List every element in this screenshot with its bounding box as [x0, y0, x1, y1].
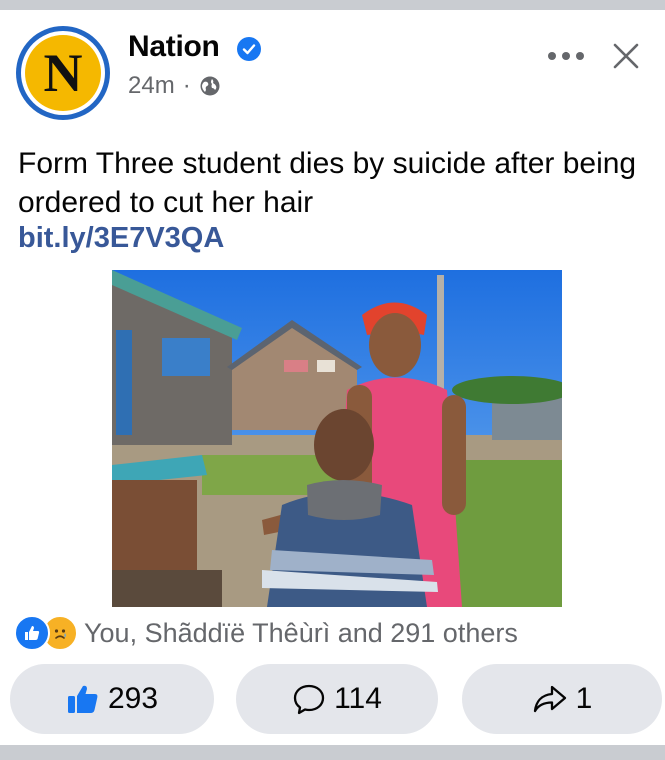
comment-button[interactable]: 114 [236, 664, 438, 734]
comment-icon [293, 684, 325, 715]
reactions-summary[interactable]: You, Shãddïë Thêùrì and 291 others [14, 615, 518, 651]
verified-badge-icon [237, 37, 261, 61]
reactions-text[interactable]: You, Shãddïë Thêùrì and 291 others [84, 618, 518, 649]
meta-separator: · [182, 72, 191, 99]
post-meta: 24m · [128, 72, 221, 100]
share-count: 1 [575, 682, 593, 715]
page-name[interactable]: Nation [128, 30, 220, 64]
like-count: 293 [107, 682, 159, 715]
share-button[interactable]: 1 [462, 664, 662, 734]
comment-count: 114 [334, 682, 382, 715]
avatar-ring: N [21, 31, 105, 115]
top-divider [0, 0, 665, 10]
like-reaction-icon [14, 615, 50, 651]
like-button[interactable]: 293 [10, 664, 214, 734]
post-image[interactable] [112, 270, 562, 607]
share-icon [533, 685, 566, 713]
thumbs-up-icon [67, 685, 98, 713]
more-options-icon[interactable] [548, 46, 590, 66]
close-icon[interactable] [608, 38, 644, 74]
bottom-divider [0, 745, 665, 760]
avatar-logo: N [25, 35, 101, 111]
post-caption: Form Three student dies by suicide after… [18, 147, 637, 219]
globe-icon [200, 76, 220, 96]
page-avatar[interactable]: N [16, 26, 110, 120]
post-link[interactable]: bit.ly/3E7V3QA [18, 222, 224, 255]
post-time[interactable]: 24m [128, 72, 175, 100]
